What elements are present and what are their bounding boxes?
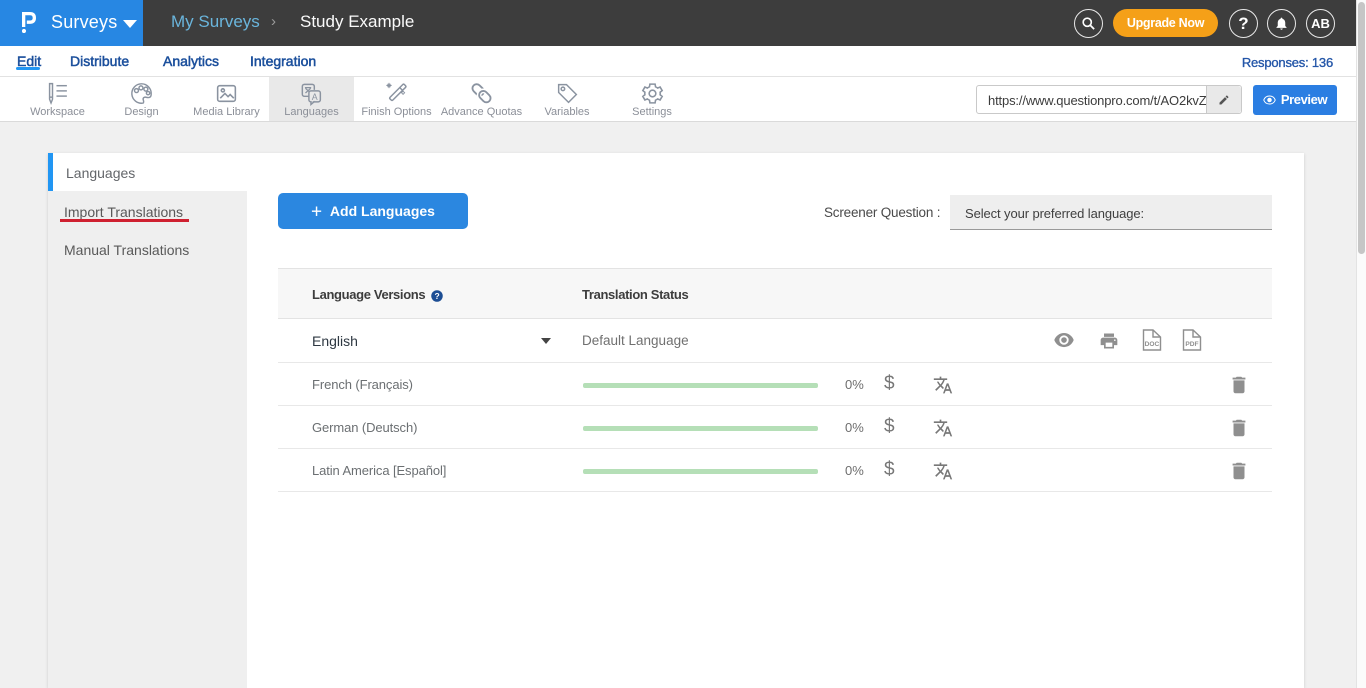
svg-text:PDF: PDF [1185,341,1198,348]
svg-text:?: ? [434,291,439,301]
svg-text:DOC: DOC [1145,341,1160,348]
svg-text:A: A [312,92,318,102]
